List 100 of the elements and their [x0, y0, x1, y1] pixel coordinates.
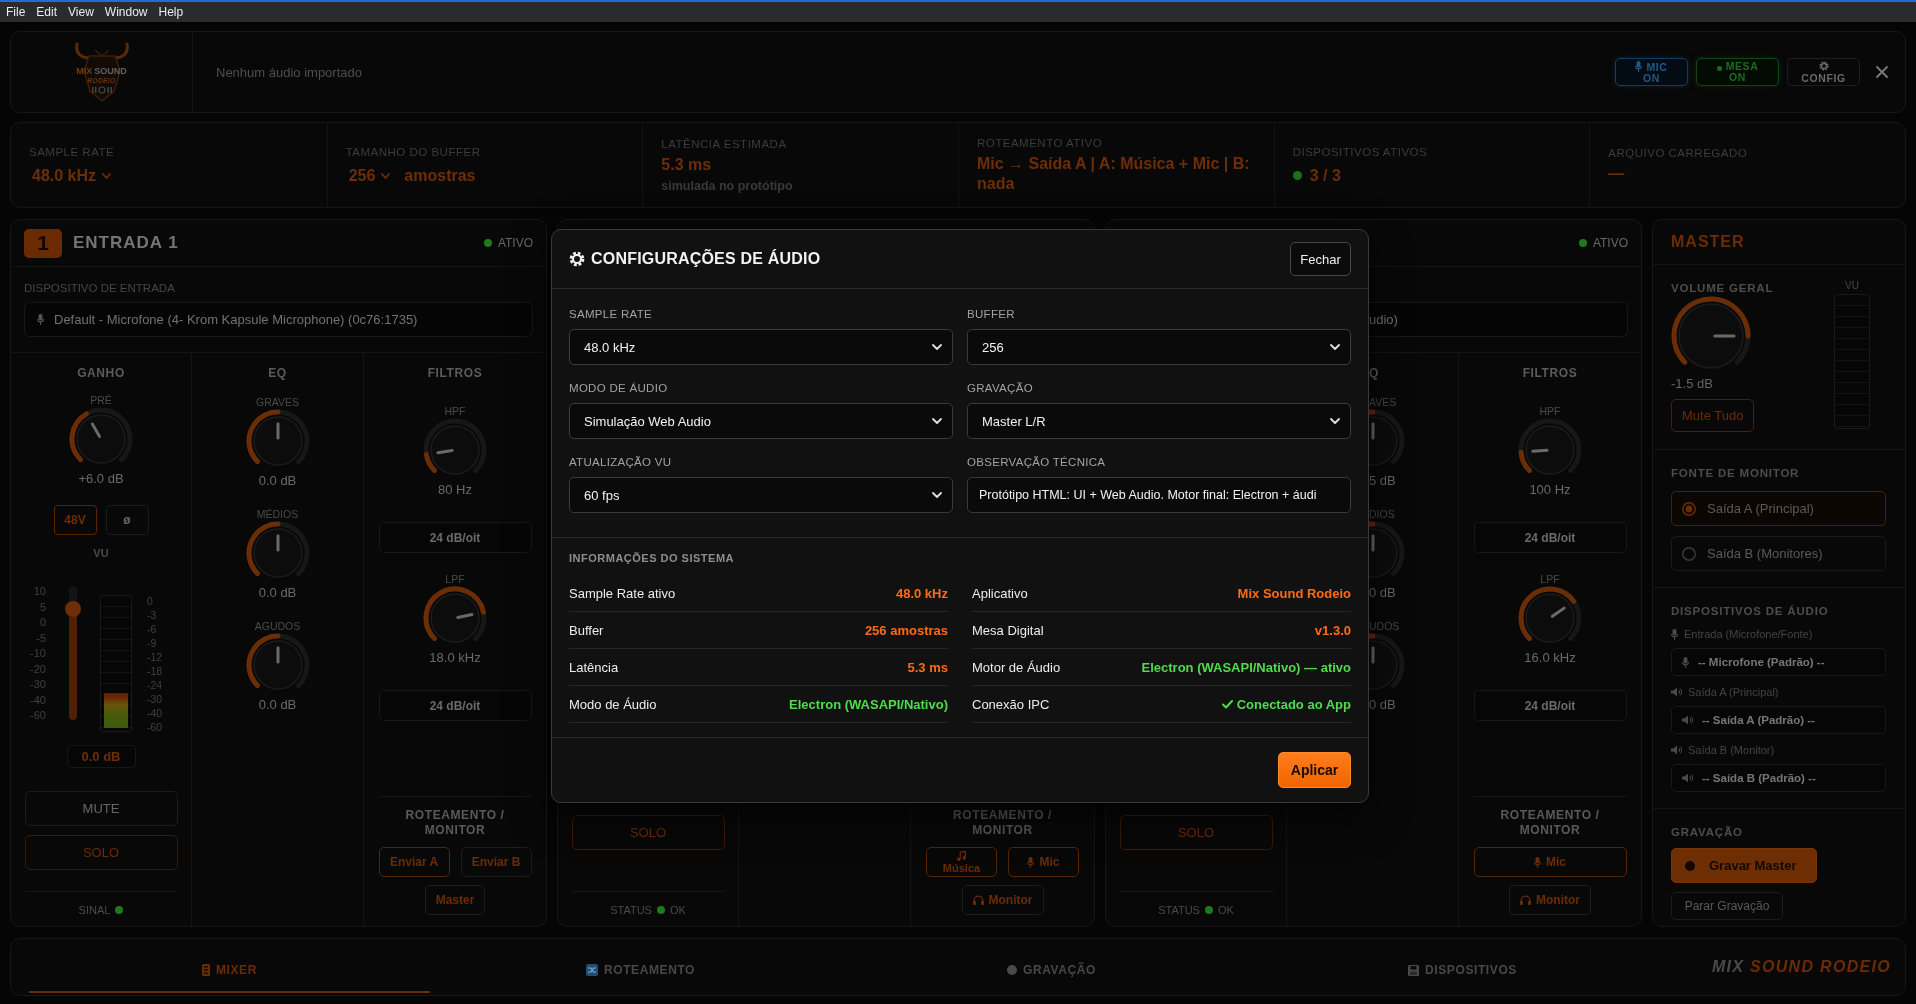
stat-select[interactable]: 256 [345, 165, 395, 186]
knob-label: HPF [444, 404, 466, 418]
device-select[interactable]: -- Saída A (Padrão) -- [1671, 706, 1886, 734]
radio-option[interactable]: Saída B (Monitores) [1671, 536, 1886, 571]
record-button[interactable]: Gravar Master [1671, 848, 1817, 883]
stat-select[interactable]: 48.0 kHz [29, 165, 116, 186]
section-title: Q [1369, 365, 1379, 381]
logo-text: MIX [76, 66, 93, 77]
apply-button[interactable]: Aplicar [1278, 752, 1351, 788]
status-dot-icon [1292, 171, 1302, 180]
slope-select[interactable]: 24 dB/oit [378, 522, 532, 553]
nav-tab[interactable]: DISPOSITIVOS [1262, 949, 1663, 993]
knob-value: +6.0 dB [78, 471, 124, 487]
info-label: Conexão IPC [972, 696, 1050, 712]
radio-option[interactable]: Saída A (Principal) [1671, 491, 1886, 526]
nav-tab[interactable]: ROTEAMENTO [440, 949, 841, 993]
info-value: 256 amostras [864, 622, 948, 638]
section-title: INFORMAÇÕES DO SISTEMA [569, 551, 735, 565]
knob-value: 0.0 dB [258, 473, 297, 489]
route-button[interactable]: Enviar A [378, 847, 450, 877]
knob-value: 18.0 kHz [429, 650, 481, 666]
menu-item[interactable]: File [6, 5, 26, 19]
stat-value: 3 / 3 [1309, 165, 1341, 186]
info-value: Electron (WASAPI/Nativo) [789, 696, 948, 712]
speaker-icon [1671, 687, 1682, 697]
field-label: OBSERVAÇÃO TÉCNICA [967, 455, 1107, 469]
stop-button[interactable]: Parar Gravação [1671, 892, 1783, 920]
field-label: MODO DE ÁUDIO [569, 381, 669, 395]
field-label: Saída B (Monitor) [1688, 744, 1775, 756]
status-dot-icon [656, 906, 665, 914]
file-status: Nenhum áudio importado [216, 64, 362, 80]
menu-item[interactable]: View [68, 5, 94, 19]
fader-icon [202, 964, 210, 976]
section-title: VOLUME GERAL [1671, 281, 1774, 295]
mic-button[interactable]: MIC ON [1615, 58, 1688, 86]
section-title: FILTROS [427, 365, 483, 381]
info-value: Mix Sound Rodeio [1237, 585, 1351, 601]
route-button[interactable]: Master [424, 885, 486, 915]
mute-all-button[interactable]: Mute Tudo [1671, 399, 1755, 432]
knob-label: GRAVES [256, 395, 299, 409]
chevron-down-icon [932, 344, 942, 350]
field-label: Entrada (Microfone/Fonte) [1684, 628, 1813, 640]
slope-select[interactable]: 24 dB/oit [1473, 690, 1627, 721]
status-label: STATUS [1158, 903, 1200, 917]
menu-item[interactable]: Help [158, 5, 184, 19]
nav-tab[interactable]: GRAVAÇÃO [851, 949, 1252, 993]
radio-icon [1682, 501, 1696, 516]
bull-logo [72, 41, 131, 103]
scale-label: -40 [30, 693, 46, 706]
record-dot-icon [1685, 860, 1695, 871]
section-label: VU [93, 546, 109, 560]
info-value: 48.0 kHz [895, 585, 948, 601]
circle-icon [1007, 965, 1017, 975]
device-select[interactable]: -- Saída B (Padrão) -- [1671, 764, 1886, 792]
solo-button[interactable]: SOLO [24, 835, 178, 870]
toggle-button[interactable]: ø [105, 505, 149, 535]
field-label: GRAVAÇÃO [967, 381, 1034, 395]
status-label: SINAL [78, 903, 111, 917]
text-field[interactable]: Protótipo HTML: UI + Web Audio. Motor final: Electron + áudi [967, 477, 1351, 513]
route-button[interactable]: Enviar B [460, 847, 532, 877]
knob-value: 0 dB [1369, 697, 1396, 713]
status-text: OK [1217, 903, 1234, 917]
field-label: BUFFER [967, 307, 1016, 321]
input-device-select[interactable]: udio) [1369, 302, 1628, 337]
dropdown-select[interactable]: 256 [967, 329, 1351, 365]
settings-button[interactable]: CONFIG [1787, 58, 1860, 86]
route-button[interactable]: Mic [1008, 847, 1079, 877]
mute-button[interactable]: MUTE [24, 791, 178, 826]
dropdown-select[interactable]: 60 fps [569, 477, 953, 513]
menu-item[interactable]: Edit [36, 5, 58, 19]
dropdown-select[interactable]: 48.0 kHz [569, 329, 953, 365]
section-title: EQ [268, 365, 287, 381]
channel-title: ENTRADA 1 [73, 233, 179, 253]
fader-thumb[interactable] [65, 600, 81, 617]
scale-label: -40 [147, 707, 163, 719]
knob-label: AVES [1369, 395, 1397, 409]
toggle-button[interactable]: 48V [53, 505, 97, 535]
stat-value: — [1608, 164, 1625, 184]
slope-select[interactable]: 24 dB/oit [378, 690, 532, 721]
slope-select[interactable]: 24 dB/oit [1473, 522, 1627, 553]
scale-label: -30 [30, 678, 46, 690]
close-button[interactable]: Fechar [1290, 242, 1351, 276]
knob-value: 0.0 dB [258, 697, 297, 713]
solo-button[interactable]: SOLO [1119, 815, 1273, 850]
dropdown-select[interactable]: Master L/R [967, 403, 1351, 439]
close-icon[interactable] [1876, 66, 1888, 78]
status-text: ATIVO [1592, 236, 1628, 250]
info-label: Buffer [569, 622, 604, 638]
radio-icon [1682, 546, 1696, 561]
nav-tab[interactable]: MIXER [29, 949, 430, 993]
console-button[interactable]: MESA ON [1696, 58, 1779, 86]
dropdown-select[interactable]: Simulação Web Audio [569, 403, 953, 439]
monitor-button[interactable]: Monitor [1509, 885, 1591, 915]
monitor-button[interactable]: Monitor [961, 885, 1044, 915]
menu-item[interactable]: Window [104, 5, 148, 19]
solo-button[interactable]: SOLO [571, 815, 725, 850]
route-button[interactable]: Mic [1473, 847, 1627, 877]
route-button[interactable]: Música [926, 847, 997, 877]
device-select[interactable]: -- Microfone (Padrão) -- [1671, 648, 1886, 676]
input-device-select[interactable]: Default - Microfone (4- Krom Kapsule Microphone) (0c76:1735) [24, 302, 533, 337]
